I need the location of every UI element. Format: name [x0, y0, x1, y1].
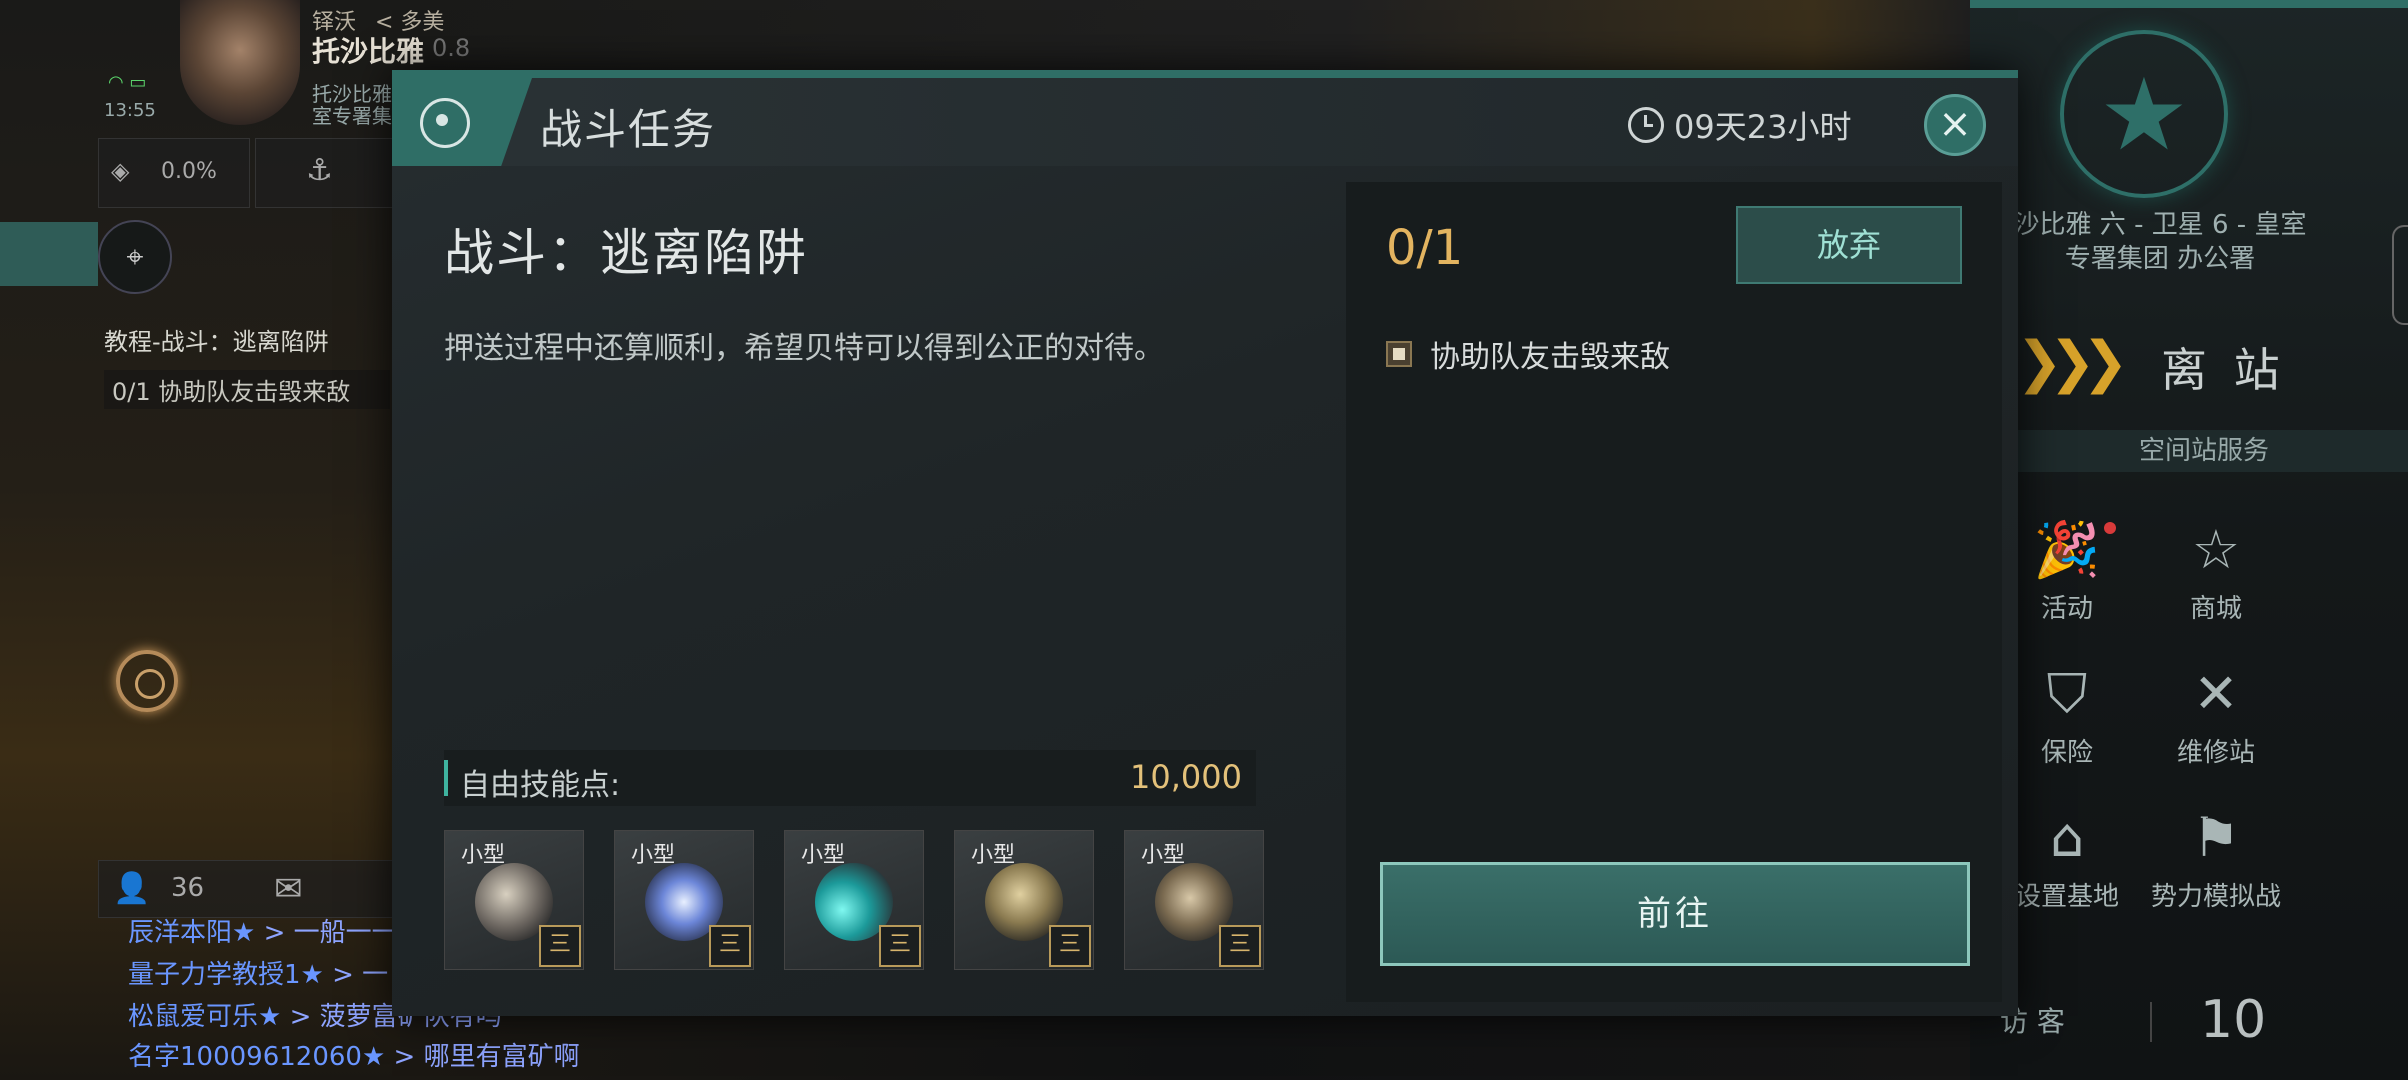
dialog-header: 战斗任务 09天23小时 × — [392, 78, 2018, 166]
depart-station-button[interactable]: ❯❯❯ 离 站 — [2016, 322, 2346, 402]
location-pin-icon: ⌖ — [126, 239, 144, 275]
item-size-tag: 小型 — [461, 843, 506, 868]
party-popper-icon: 🎉 — [2033, 518, 2101, 581]
service-insurance[interactable]: ⛉ 保险 — [1997, 662, 2137, 769]
mission-timer: 09天23小时 — [1628, 102, 1851, 148]
chat-line[interactable]: 名字10009612060★ > 哪里有富矿啊 — [128, 1036, 580, 1073]
item-size-tag: 小型 — [801, 843, 846, 868]
item-menu-icon[interactable]: 三 — [1219, 925, 1261, 967]
wifi-icon: ◠ ▭ — [108, 72, 147, 93]
cargo-percent: 0.0% — [161, 159, 217, 184]
anchor-stat[interactable]: ⚓ — [255, 138, 397, 208]
item-menu-icon[interactable]: 三 — [879, 925, 921, 967]
reward-items: 小型 三 小型 三 小型 三 小型 三 小型 三 — [444, 830, 1264, 970]
go-button[interactable]: 前往 — [1380, 862, 1970, 966]
chat-sender: 量子力学教授1★ — [128, 960, 324, 990]
mission-description: 押送过程中还算顺利，希望贝特可以得到公正的对待。 — [444, 331, 1164, 366]
player-name: 托沙比雅 — [312, 35, 425, 68]
visitor-divider — [2150, 1002, 2152, 1042]
cargo-stat[interactable]: ◈ 0.0% — [98, 138, 250, 208]
service-base[interactable]: ⌂ 设置基地 — [1997, 806, 2137, 913]
item-size-tag: 小型 — [1141, 843, 1186, 868]
reward-item[interactable]: 小型 三 — [784, 830, 924, 970]
abandon-button[interactable]: 放弃 — [1736, 206, 1962, 284]
item-size-tag: 小型 — [631, 843, 676, 868]
chat-message: > 一船一一 — [263, 918, 398, 948]
service-label: 维修站 — [2176, 738, 2255, 768]
service-label: 设置基地 — [2014, 882, 2119, 912]
service-mall[interactable]: ☆ 商城 — [2146, 518, 2286, 625]
clock-time: 13:55 — [104, 100, 156, 121]
item-menu-icon[interactable]: 三 — [709, 925, 751, 967]
base-icon: ⌂ — [2049, 806, 2085, 869]
reward-accent — [444, 760, 448, 796]
chevrons-icon: ❯❯❯ — [2016, 330, 2129, 395]
crossed-flags-icon: ⚑ — [2191, 806, 2241, 869]
anchor-icon: ⚓ — [306, 153, 333, 188]
target-reticle-icon[interactable] — [116, 650, 178, 712]
objective-checkbox-icon — [1386, 341, 1412, 367]
station-panel-accent — [1970, 0, 2408, 8]
service-faction-war[interactable]: ⚑ 势力模拟战 — [2146, 806, 2286, 913]
player-avatar[interactable] — [180, 0, 300, 125]
reward-skill-points: 自由技能点: 10,000 — [444, 750, 1256, 806]
chat-toolbar: 👤 36 ✉ — [98, 860, 400, 918]
mall-star-icon: ☆ — [2191, 518, 2241, 581]
chat-sender: 松鼠爱可乐★ — [128, 1002, 282, 1032]
chat-message: > 哪里有富矿啊 — [393, 1042, 580, 1072]
online-count: 36 — [171, 873, 205, 903]
player-org-sub: 室专署集 — [312, 104, 392, 128]
objective-item: 协助队友击毁来敌 — [1386, 332, 1670, 376]
shield-icon: ⛉ — [2046, 662, 2088, 725]
item-menu-icon[interactable]: 三 — [539, 925, 581, 967]
reward-item[interactable]: 小型 三 — [614, 830, 754, 970]
station-location: 沙比雅 六 - 卫星 6 - 皇室专署集团 办公署 — [2013, 210, 2307, 274]
objective-text: 协助队友击毁来敌 — [1430, 340, 1670, 375]
background-top — [400, 0, 1970, 75]
wrench-screwdriver-icon: ✕ — [2193, 662, 2239, 725]
close-button[interactable]: × — [1924, 94, 1986, 156]
mission-progress: 0/1 — [1386, 220, 1464, 276]
background-bottom — [400, 1005, 1970, 1080]
dialog-title: 战斗任务 — [540, 105, 717, 154]
item-size-tag: 小型 — [971, 843, 1016, 868]
reward-value: 10,000 — [1130, 758, 1242, 796]
chat-line[interactable]: 辰洋本阳★ > 一船一一 — [128, 912, 398, 949]
clock-icon — [1628, 107, 1664, 143]
mission-type-badge — [392, 78, 532, 166]
player-score: 0.8 — [432, 34, 471, 62]
tracked-quest-title[interactable]: 教程-战斗：逃离陷阱 — [104, 322, 329, 357]
quest-tab[interactable] — [0, 222, 98, 286]
station-services-title: 空间站服务 — [2000, 430, 2408, 472]
service-label: 势力模拟战 — [2150, 882, 2281, 912]
target-icon — [420, 98, 470, 148]
chat-sender: 辰洋本阳★ — [128, 918, 256, 948]
chat-line[interactable]: 量子力学教授1★ > 一 — [128, 954, 388, 991]
location-pin-button[interactable]: ⌖ — [98, 220, 172, 294]
service-activity[interactable]: 🎉 活动 — [1997, 518, 2137, 625]
reward-item[interactable]: 小型 三 — [954, 830, 1094, 970]
mission-name: 战斗：逃离陷阱 — [444, 224, 808, 282]
cargo-icon: ◈ — [111, 157, 130, 185]
chat-message: > 一 — [332, 960, 389, 990]
visitor-count: 10 — [2200, 990, 2267, 1050]
mail-icon[interactable]: ✉ — [274, 869, 303, 909]
tracked-quest-progress[interactable]: 0/1 协助队友击毁来敌 — [104, 370, 390, 409]
reward-item[interactable]: 小型 三 — [1124, 830, 1264, 970]
reward-label: 自由技能点: — [460, 768, 621, 803]
mission-progress-panel: 0/1 放弃 协助队友击毁来敌 前往 — [1346, 182, 2002, 1002]
service-repair[interactable]: ✕ 维修站 — [2146, 662, 2286, 769]
timer-text: 09天23小时 — [1674, 108, 1852, 146]
depart-label: 离 站 — [2161, 343, 2286, 397]
item-menu-icon[interactable]: 三 — [1049, 925, 1091, 967]
reward-item[interactable]: 小型 三 — [444, 830, 584, 970]
chat-sender: 名字10009612060★ — [128, 1042, 386, 1072]
faction-emblem-icon: ★ — [2060, 30, 2228, 198]
service-label: 商城 — [2189, 594, 2242, 624]
user-icon: 👤 — [113, 871, 151, 906]
combat-mission-dialog: 战斗任务 09天23小时 × 战斗：逃离陷阱 押送过程中还算顺利，希望贝特可以得… — [392, 70, 2018, 1016]
service-label: 保险 — [2040, 738, 2093, 768]
service-label: 活动 — [2040, 594, 2093, 624]
side-drawer-handle[interactable] — [2392, 225, 2408, 325]
